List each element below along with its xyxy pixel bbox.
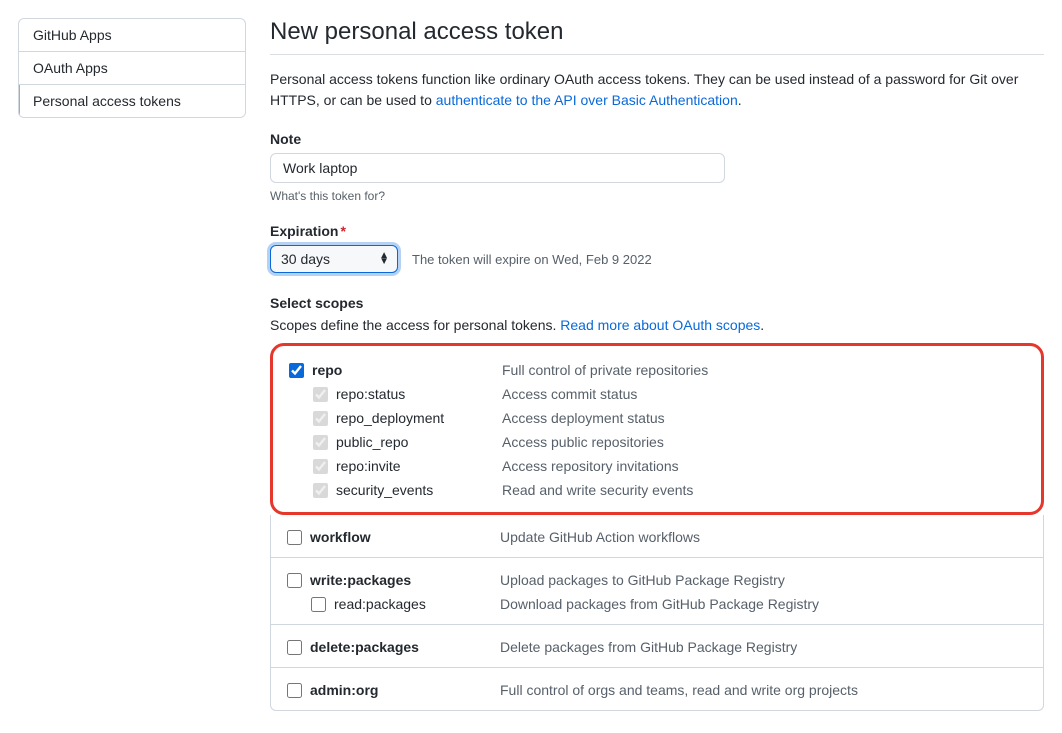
scope-checkbox-write-packages[interactable] <box>287 573 302 588</box>
scope-checkbox-admin-org[interactable] <box>287 683 302 698</box>
expiration-select[interactable]: 30 days ▲▼ <box>270 245 398 273</box>
scope-group-admin-org: admin:org Full control of orgs and teams… <box>271 668 1043 710</box>
scope-name: workflow <box>310 529 500 545</box>
scope-row-delete-packages: delete:packages Delete packages from Git… <box>287 635 1027 659</box>
select-caret-icon: ▲▼ <box>379 253 389 265</box>
scope-desc: Access repository invitations <box>502 458 679 474</box>
scopes-title: Select scopes <box>270 295 1044 311</box>
scope-checkbox-read-packages[interactable] <box>311 597 326 612</box>
expiration-select-value: 30 days <box>281 251 330 267</box>
scope-checkbox-repo-deployment[interactable] <box>313 411 328 426</box>
sidebar-item-personal-access-tokens[interactable]: Personal access tokens <box>19 85 245 117</box>
main-content: New personal access token Personal acces… <box>270 18 1044 711</box>
scope-desc: Update GitHub Action workflows <box>500 529 700 545</box>
note-hint: What's this token for? <box>270 189 1044 203</box>
expiration-label-text: Expiration <box>270 223 338 239</box>
scope-desc: Access commit status <box>502 386 637 402</box>
scope-name: admin:org <box>310 682 500 698</box>
scope-name: write:packages <box>310 572 500 588</box>
sidebar-item-label: GitHub Apps <box>33 27 112 43</box>
scope-name: security_events <box>336 482 502 498</box>
sidebar-item-label: OAuth Apps <box>33 60 108 76</box>
scope-desc: Download packages from GitHub Package Re… <box>500 596 819 612</box>
scope-desc: Upload packages to GitHub Package Regist… <box>500 572 785 588</box>
scope-checkbox-security-events[interactable] <box>313 483 328 498</box>
note-label: Note <box>270 131 1044 147</box>
scope-desc: Access public repositories <box>502 434 664 450</box>
scopes-hint-part: Scopes define the access for personal to… <box>270 317 560 333</box>
scopes-hint: Scopes define the access for personal to… <box>270 317 1044 333</box>
scope-group-workflow: workflow Update GitHub Action workflows <box>271 515 1043 558</box>
scope-row-workflow: workflow Update GitHub Action workflows <box>287 525 1027 549</box>
scope-group-repo: repo Full control of private repositorie… <box>273 346 1041 512</box>
scope-checkbox-repo-invite[interactable] <box>313 459 328 474</box>
scope-desc: Delete packages from GitHub Package Regi… <box>500 639 797 655</box>
scope-row-repo-status: repo:status Access commit status <box>289 382 1025 406</box>
scope-row-public-repo: public_repo Access public repositories <box>289 430 1025 454</box>
scope-name: repo:invite <box>336 458 502 474</box>
scope-checkbox-workflow[interactable] <box>287 530 302 545</box>
scope-name: repo <box>312 362 502 378</box>
scopes-section: Select scopes Scopes define the access f… <box>270 295 1044 711</box>
note-input[interactable] <box>270 153 725 183</box>
scope-checkbox-repo[interactable] <box>289 363 304 378</box>
scope-row-admin-org: admin:org Full control of orgs and teams… <box>287 678 1027 702</box>
scope-desc: Read and write security events <box>502 482 693 498</box>
scope-name: delete:packages <box>310 639 500 655</box>
scope-groups-rest: workflow Update GitHub Action workflows … <box>270 515 1044 711</box>
scope-name: public_repo <box>336 434 502 450</box>
scope-checkbox-public-repo[interactable] <box>313 435 328 450</box>
expiration-section: Expiration* 30 days ▲▼ The token will ex… <box>270 223 1044 273</box>
sidebar-item-github-apps[interactable]: GitHub Apps <box>19 19 245 52</box>
scope-group-write-packages: write:packages Upload packages to GitHub… <box>271 558 1043 625</box>
scope-row-read-packages: read:packages Download packages from Git… <box>287 592 1027 616</box>
sidebar-item-label: Personal access tokens <box>33 93 181 109</box>
scope-name: repo:status <box>336 386 502 402</box>
scope-desc: Access deployment status <box>502 410 665 426</box>
auth-doc-link[interactable]: authenticate to the API over Basic Authe… <box>436 92 738 108</box>
intro-text-part: . <box>738 92 742 108</box>
sidebar-item-oauth-apps[interactable]: OAuth Apps <box>19 52 245 85</box>
note-section: Note What's this token for? <box>270 131 1044 203</box>
scope-row-write-packages: write:packages Upload packages to GitHub… <box>287 568 1027 592</box>
required-star-icon: * <box>340 223 345 239</box>
page-title: New personal access token <box>270 18 1044 55</box>
repo-scope-highlight: repo Full control of private repositorie… <box>270 343 1044 515</box>
scopes-hint-part: . <box>760 317 764 333</box>
expiration-note: The token will expire on Wed, Feb 9 2022 <box>412 252 652 267</box>
intro-text: Personal access tokens function like ord… <box>270 69 1044 111</box>
scope-name: repo_deployment <box>336 410 502 426</box>
scope-name: read:packages <box>334 596 500 612</box>
settings-sidebar: GitHub Apps OAuth Apps Personal access t… <box>18 18 246 118</box>
scope-desc: Full control of private repositories <box>502 362 708 378</box>
scopes-doc-link[interactable]: Read more about OAuth scopes <box>560 317 760 333</box>
expiration-label: Expiration* <box>270 223 1044 239</box>
scope-row-repo: repo Full control of private repositorie… <box>289 358 1025 382</box>
scope-checkbox-repo-status[interactable] <box>313 387 328 402</box>
scope-row-security-events: security_events Read and write security … <box>289 478 1025 502</box>
scope-checkbox-delete-packages[interactable] <box>287 640 302 655</box>
scope-group-delete-packages: delete:packages Delete packages from Git… <box>271 625 1043 668</box>
scope-row-repo-invite: repo:invite Access repository invitation… <box>289 454 1025 478</box>
scope-row-repo-deployment: repo_deployment Access deployment status <box>289 406 1025 430</box>
scope-desc: Full control of orgs and teams, read and… <box>500 682 858 698</box>
